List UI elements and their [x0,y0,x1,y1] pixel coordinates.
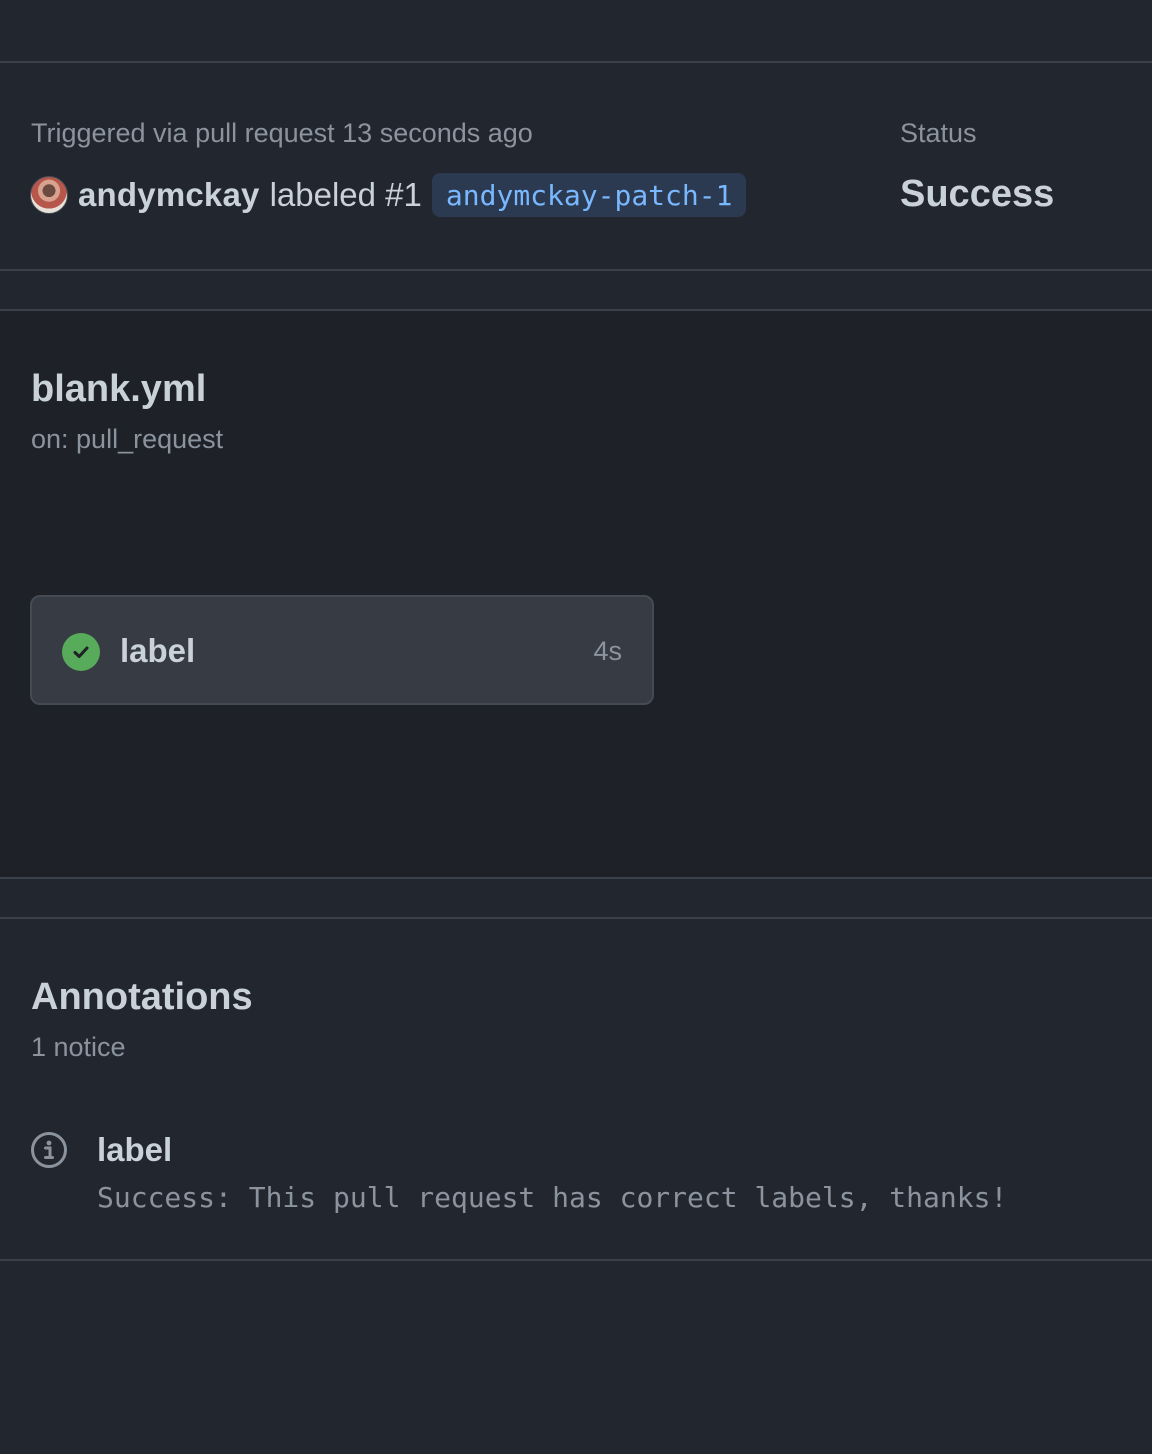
trigger-text: Triggered via pull request 13 seconds ag… [31,118,533,148]
annotations-bottom-divider [0,1259,1152,1261]
status-label: Status [900,118,977,148]
annotation-job-name[interactable]: label [97,1130,172,1170]
run-summary [0,63,1152,269]
workflow-run-page: Triggered via pull request 13 seconds ag… [0,0,1152,1454]
annotations-title: Annotations [31,976,253,1018]
branch-chip[interactable]: andymckay-patch-1 [431,173,747,217]
status-value: Success [900,173,1055,215]
annotations-top-divider [0,917,1152,919]
workflow-file-name[interactable]: blank.yml [31,366,206,412]
workflow-trigger: on: pull_request [31,424,224,454]
avatar[interactable] [30,176,68,214]
summary-divider [0,269,1152,271]
check-circle-icon [62,633,100,671]
annotations-count: 1 notice [31,1032,126,1062]
annotation-message: Success: This pull request has correct l… [97,1181,1008,1214]
job-name: label [120,632,196,669]
job-duration: 4s [593,636,622,666]
job-card-label[interactable]: label 4s [30,595,654,705]
actor-action: labeled #1 [269,176,422,213]
trigger-actor-row: andymckay labeled #1 andymckay-patch-1 [30,172,747,218]
graph-bottom-divider [0,877,1152,879]
info-icon [30,1131,68,1169]
actor-name[interactable]: andymckay [78,176,260,214]
